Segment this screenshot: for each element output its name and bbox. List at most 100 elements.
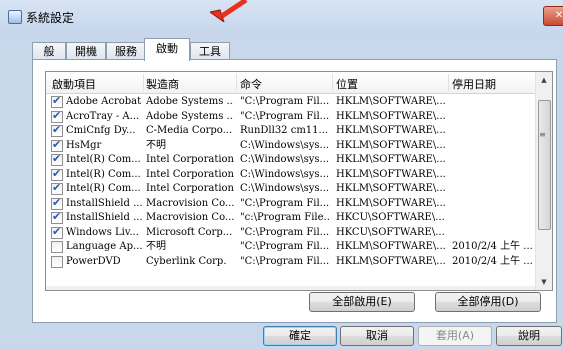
table-row[interactable]: ✔ Adobe Acrobat Adobe Systems ... "C:\Progr… bbox=[46, 94, 536, 109]
row-checkbox[interactable]: ✔ bbox=[51, 181, 63, 195]
check-icon: ✔ bbox=[52, 137, 62, 151]
column-header-command[interactable]: 命令 bbox=[240, 76, 262, 92]
table-row[interactable]: ✔ Intel(R) Com... Intel Corporation C:\Wind… bbox=[46, 152, 536, 167]
cell-command: "C:\Program Fil... bbox=[240, 241, 330, 252]
cell-maker: 不明 bbox=[146, 139, 166, 151]
row-checkbox[interactable]: ✔ bbox=[51, 166, 63, 181]
startup-panel: 啟動項目 製造商 命令 位置 停用日期 ✔ Adobe Acrobat Adobe … bbox=[32, 59, 557, 323]
scroll-up-icon[interactable]: ▲ bbox=[536, 72, 552, 88]
close-button[interactable]: ✕ bbox=[543, 6, 563, 26]
cell-item: HsMgr bbox=[66, 139, 102, 151]
cell-command: C:\Windows\sys... bbox=[240, 154, 330, 165]
cell-item: Adobe Acrobat bbox=[66, 96, 142, 107]
table-row[interactable]: ✔ Intel(R) Com... Intel Corporation C:\Wind… bbox=[46, 166, 536, 182]
cell-command: "C:\Program Fil... bbox=[240, 255, 330, 267]
ok-button[interactable]: 確定 bbox=[263, 326, 337, 346]
app-icon bbox=[8, 10, 22, 24]
row-checkbox[interactable]: ✔ bbox=[51, 137, 63, 152]
table-row[interactable]: ✔ AcroTray - A... Adobe Systems ... "C:\Pro… bbox=[46, 109, 536, 124]
cell-item: Windows Liv... bbox=[66, 226, 139, 238]
cell-location: HKLM\SOFTWARE\... bbox=[336, 197, 446, 209]
tab-general[interactable]: 般 bbox=[32, 42, 66, 60]
tab-startup[interactable]: 啟動 bbox=[144, 38, 190, 61]
cell-maker: Microsoft Corp... bbox=[146, 226, 233, 238]
cell-maker: Intel Corporation bbox=[146, 183, 234, 194]
cell-location: HKLM\SOFTWARE\... bbox=[336, 110, 446, 122]
cell-disabled-date: 2010/2/4 上午 ... bbox=[452, 241, 533, 252]
cell-location: HKLM\SOFTWARE\... bbox=[336, 96, 446, 107]
cell-command: C:\Windows\sys... bbox=[240, 183, 330, 194]
vertical-scrollbar[interactable]: ▲ ≡ ▼ bbox=[535, 72, 552, 290]
cell-location: HKLM\SOFTWARE\... bbox=[336, 241, 446, 252]
horizontal-scrollbar[interactable] bbox=[46, 286, 536, 290]
scroll-thumb[interactable] bbox=[538, 100, 551, 230]
row-checkbox[interactable]: ✔ bbox=[51, 225, 63, 239]
check-icon: ✔ bbox=[52, 94, 62, 107]
cell-maker: Intel Corporation bbox=[146, 168, 234, 180]
cell-item: AcroTray - A... bbox=[66, 110, 140, 122]
annotation-arrow-icon bbox=[210, 0, 248, 22]
thumb-grip-icon: ≡ bbox=[539, 130, 546, 139]
cell-location: HKCU\SOFTWARE\... bbox=[336, 226, 445, 238]
cell-command: "C:\Program Fil... bbox=[240, 96, 330, 107]
table-row[interactable]: ✔ InstallShield ... Macrovision Co... "c:\P… bbox=[46, 210, 536, 225]
help-button[interactable]: 說明 bbox=[496, 326, 562, 346]
check-icon: ✔ bbox=[52, 123, 62, 136]
cell-location: HKCU\SOFTWARE\... bbox=[336, 212, 445, 223]
column-header-disabled-date[interactable]: 停用日期 bbox=[452, 76, 496, 92]
disable-all-button[interactable]: 全部停用(D) bbox=[435, 292, 541, 312]
cell-maker: Cyberlink Corp. bbox=[146, 255, 227, 267]
cell-item: Intel(R) Com... bbox=[66, 154, 141, 165]
cell-item: Intel(R) Com... bbox=[66, 168, 141, 180]
tab-services[interactable]: 服務 bbox=[106, 42, 146, 60]
row-checkbox[interactable]: ✔ bbox=[51, 152, 63, 166]
check-icon: ✔ bbox=[52, 181, 62, 194]
column-header-location[interactable]: 位置 bbox=[336, 76, 358, 92]
cell-location: HKLM\SOFTWARE\... bbox=[336, 154, 446, 165]
check-icon: ✔ bbox=[52, 210, 62, 223]
cell-command: C:\Windows\sys... bbox=[240, 168, 330, 180]
row-checkbox[interactable] bbox=[51, 255, 63, 268]
cell-command: RunDll32 cm11... bbox=[240, 125, 329, 136]
tab-tools[interactable]: 工具 bbox=[190, 42, 230, 60]
cell-maker: Macrovision Co... bbox=[146, 197, 234, 209]
cell-command: "C:\Program Fil... bbox=[240, 197, 330, 209]
cell-location: HKLM\SOFTWARE\... bbox=[336, 139, 446, 151]
cell-item: Intel(R) Com... bbox=[66, 183, 141, 194]
apply-button[interactable]: 套用(A) bbox=[418, 326, 492, 346]
cell-command: "C:\Program Fil... bbox=[240, 110, 330, 122]
table-row[interactable]: ✔ Intel(R) Com... Intel Corporation C:\Wind… bbox=[46, 181, 536, 196]
column-header-maker[interactable]: 製造商 bbox=[146, 76, 179, 92]
row-checkbox[interactable]: ✔ bbox=[51, 195, 63, 210]
row-checkbox[interactable]: ✔ bbox=[51, 109, 63, 123]
table-row[interactable]: ✔ Windows Liv... Microsoft Corp... "C:\Prog… bbox=[46, 225, 536, 240]
check-icon: ✔ bbox=[52, 152, 62, 165]
table-row[interactable]: PowerDVD Cyberlink Corp. "C:\Program Fil..… bbox=[46, 255, 536, 269]
cell-item: InstallShield ... bbox=[66, 212, 142, 223]
check-icon: ✔ bbox=[52, 195, 62, 209]
table-row[interactable]: ✔ HsMgr 不明 C:\Windows\sys... HKLM\SOFTWARE\.… bbox=[46, 137, 536, 153]
cell-location: HKLM\SOFTWARE\... bbox=[336, 125, 446, 136]
cell-item: InstallShield ... bbox=[66, 197, 142, 209]
row-checkbox[interactable]: ✔ bbox=[51, 123, 63, 137]
table-row[interactable]: ✔ InstallShield ... Macrovision Co... "C:\P… bbox=[46, 195, 536, 211]
cell-location: HKLM\SOFTWARE\... bbox=[336, 183, 446, 194]
check-icon: ✔ bbox=[52, 166, 62, 180]
cell-maker: Adobe Systems ... bbox=[146, 110, 234, 122]
row-checkbox[interactable] bbox=[51, 241, 63, 253]
cancel-button[interactable]: 取消 bbox=[340, 326, 414, 346]
row-checkbox[interactable]: ✔ bbox=[51, 210, 63, 224]
cell-disabled-date: 2010/2/4 上午 ... bbox=[452, 255, 533, 267]
cell-command: "c:\Program File... bbox=[240, 212, 330, 223]
startup-table: 啟動項目 製造商 命令 位置 停用日期 ✔ Adobe Acrobat Adobe … bbox=[45, 71, 553, 291]
scroll-down-icon[interactable]: ▼ bbox=[536, 274, 552, 290]
window-title: 系統設定 bbox=[26, 11, 75, 25]
column-header-item[interactable]: 啟動項目 bbox=[52, 76, 96, 92]
cell-item: CmiCnfg Dy... bbox=[66, 125, 136, 136]
tab-boot[interactable]: 開機 bbox=[66, 42, 106, 60]
title-bar: 系統設定 ✕ bbox=[0, 0, 563, 34]
enable-all-button[interactable]: 全部啟用(E) bbox=[309, 292, 415, 312]
table-row[interactable]: Language Ap... 不明 "C:\Program Fil... HKLM\S… bbox=[46, 240, 536, 254]
row-checkbox[interactable]: ✔ bbox=[51, 94, 63, 108]
table-row[interactable]: ✔ CmiCnfg Dy... C-Media Corpo... RunDll32 c… bbox=[46, 123, 536, 138]
